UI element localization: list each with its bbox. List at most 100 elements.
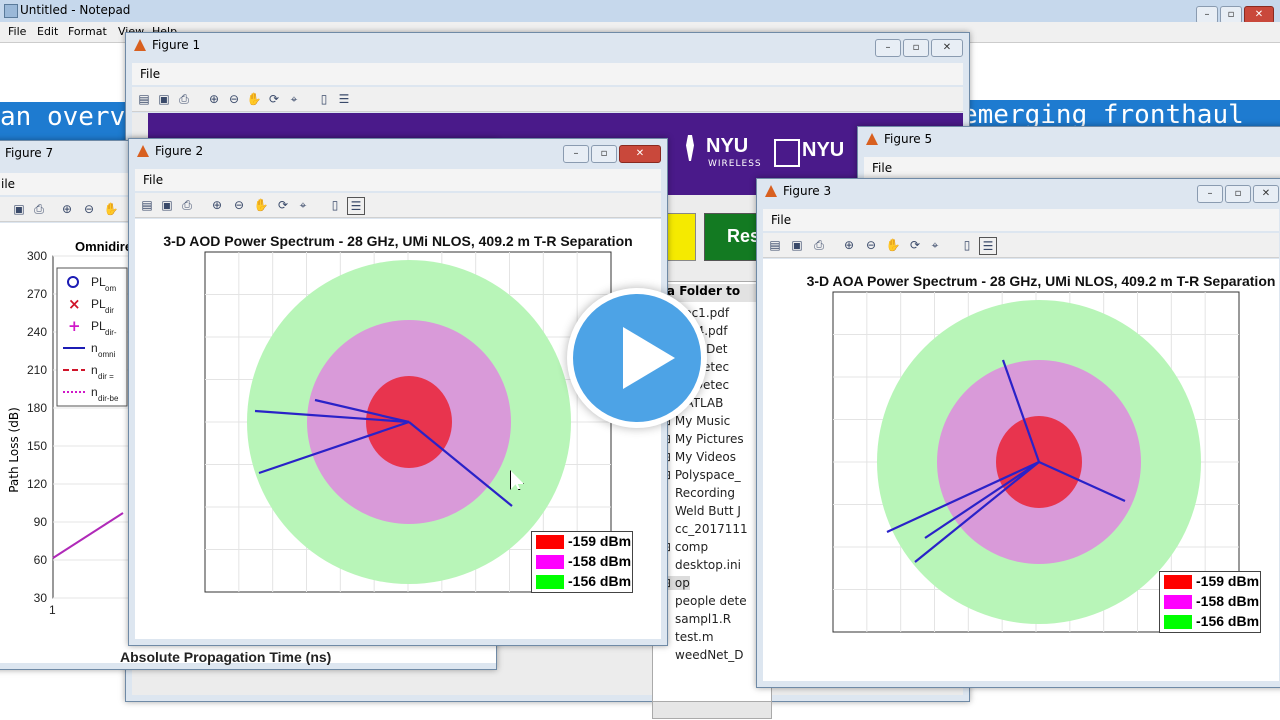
- figure-2-plot-area: 3-D AOD Power Spectrum - 28 GHz, UMi NLO…: [135, 219, 661, 639]
- colorbar-icon[interactable]: ▯: [316, 91, 332, 107]
- data-cursor-icon[interactable]: ⌖: [286, 91, 302, 107]
- legend-label: -156 dBm: [568, 573, 632, 589]
- zoom-out-icon[interactable]: ⊖: [226, 91, 242, 107]
- notepad-menu-edit[interactable]: Edit: [37, 25, 58, 38]
- figure-3-titlebar[interactable]: Figure 3 – ▫ ✕: [757, 179, 1280, 205]
- nyu-tandon-logo: NYU: [802, 139, 845, 161]
- zoom-out-icon[interactable]: ⊖: [231, 197, 247, 213]
- folder-tree-item[interactable]: weedNet_D: [675, 648, 744, 662]
- figure-2-legend: -159 dBm -158 dBm -156 dBm: [531, 531, 633, 593]
- folder-tree-item[interactable]: sampl1.R: [675, 612, 731, 626]
- save-icon[interactable]: ▣: [11, 201, 27, 217]
- figure-5-titlebar[interactable]: Figure 5: [858, 127, 1280, 153]
- legend-entry: -158 dBm: [532, 552, 632, 572]
- pan-icon[interactable]: ✋: [253, 197, 269, 213]
- folder-tree-item[interactable]: desktop.ini: [675, 558, 741, 572]
- zoom-out-icon[interactable]: ⊖: [863, 237, 879, 253]
- folder-tree-item[interactable]: people dete: [675, 594, 747, 608]
- rotate-icon[interactable]: ⟳: [907, 237, 923, 253]
- folder-tree-item[interactable]: test.m: [675, 630, 714, 644]
- print-icon[interactable]: ⎙: [31, 201, 47, 217]
- legend-marker: ×: [68, 295, 81, 313]
- pan-icon[interactable]: ✋: [246, 91, 262, 107]
- figure-3-maximize-button[interactable]: ▫: [1225, 185, 1251, 203]
- figure-3-minimize-button[interactable]: –: [1197, 185, 1223, 203]
- figure-2-minimize-button[interactable]: –: [563, 145, 589, 163]
- save-icon[interactable]: ▣: [156, 91, 172, 107]
- notepad-menu-format[interactable]: Format: [68, 25, 107, 38]
- zoom-in-icon[interactable]: ⊕: [209, 197, 225, 213]
- figure-7-menu-file[interactable]: ile: [1, 177, 15, 191]
- figure-1-menubar: File: [132, 63, 963, 85]
- folder-tree-item[interactable]: ⊞ My Pictures: [661, 432, 744, 446]
- legend-icon[interactable]: ☰: [336, 91, 352, 107]
- legend-entry: -156 dBm: [532, 572, 632, 592]
- rotate-icon[interactable]: ⟳: [266, 91, 282, 107]
- notepad-window-buttons: – ▫ ✕: [1194, 2, 1274, 24]
- figure-1-maximize-button[interactable]: ▫: [903, 39, 929, 57]
- legend-label: n: [91, 341, 98, 355]
- legend-label-sub: om: [105, 284, 116, 293]
- legend-label-sub: omni: [98, 350, 116, 359]
- notepad-menu-file[interactable]: File: [8, 25, 26, 38]
- video-play-button[interactable]: [567, 288, 707, 428]
- folder-tree-item[interactable]: ⊞ My Videos: [661, 450, 736, 464]
- legend-label: -158 dBm: [568, 553, 632, 569]
- folder-tree-item[interactable]: ⊞ comp: [661, 540, 708, 554]
- data-cursor-icon[interactable]: ⌖: [927, 237, 943, 253]
- matlab-icon: [866, 133, 878, 145]
- legend-swatch: [536, 535, 564, 549]
- zoom-in-icon[interactable]: ⊕: [206, 91, 222, 107]
- data-cursor-icon[interactable]: ⌖: [295, 197, 311, 213]
- print-icon[interactable]: ⎙: [179, 197, 195, 213]
- rotate-icon[interactable]: ⟳: [275, 197, 291, 213]
- figure-7-ylabel: Path Loss (dB): [6, 407, 21, 493]
- print-icon[interactable]: ⎙: [176, 91, 192, 107]
- open-icon[interactable]: ▤: [767, 237, 783, 253]
- save-icon[interactable]: ▣: [789, 237, 805, 253]
- figure-2-close-button[interactable]: ✕: [619, 145, 661, 163]
- figure-2-menu-file[interactable]: File: [143, 173, 163, 187]
- folder-tree-item[interactable]: Weld Butt J: [675, 504, 741, 518]
- print-icon[interactable]: ⎙: [811, 237, 827, 253]
- nyu-tandon-torch-icon: [774, 139, 800, 167]
- pan-icon[interactable]: ✋: [885, 237, 901, 253]
- pan-icon[interactable]: ✋: [103, 201, 119, 217]
- figure-3-window[interactable]: Figure 3 – ▫ ✕ File ▤ ▣ ⎙ ⊕ ⊖ ✋ ⟳ ⌖ ▯ ☰ 3-…: [756, 178, 1280, 688]
- matlab-icon: [765, 185, 777, 197]
- figure-3-close-button[interactable]: ✕: [1253, 185, 1279, 203]
- y-tick-label: 300: [27, 249, 47, 263]
- notepad-highlighted-text-left[interactable]: an overv: [0, 102, 128, 132]
- open-icon[interactable]: ▤: [136, 91, 152, 107]
- folder-tree-item[interactable]: Recording: [675, 486, 735, 500]
- figure-3-menu-file[interactable]: File: [771, 213, 791, 227]
- legend-swatch: [1164, 595, 1192, 609]
- zoom-in-icon[interactable]: ⊕: [841, 237, 857, 253]
- nyu-torch-icon: [686, 135, 694, 161]
- legend-entry: -158 dBm: [1160, 592, 1260, 612]
- colorbar-icon[interactable]: ▯: [959, 237, 975, 253]
- folder-tree-scrollbar[interactable]: [652, 701, 772, 719]
- figure-2-maximize-button[interactable]: ▫: [591, 145, 617, 163]
- figure-2-titlebar[interactable]: Figure 2 – ▫ ✕: [129, 139, 667, 165]
- figure-2-toolbar: ▤ ▣ ⎙ ⊕ ⊖ ✋ ⟳ ⌖ ▯ ☰: [135, 193, 661, 218]
- figure-1-menu-file[interactable]: File: [140, 67, 160, 81]
- save-icon[interactable]: ▣: [159, 197, 175, 213]
- legend-icon[interactable]: ☰: [347, 197, 365, 215]
- figure-2-menubar: File: [135, 169, 661, 191]
- zoom-out-icon[interactable]: ⊖: [81, 201, 97, 217]
- open-icon[interactable]: ▤: [139, 197, 155, 213]
- figure-5-menu-file[interactable]: File: [872, 161, 892, 175]
- figure-1-minimize-button[interactable]: –: [875, 39, 901, 57]
- legend-swatch: [536, 555, 564, 569]
- colorbar-icon[interactable]: ▯: [327, 197, 343, 213]
- folder-tree-item[interactable]: cc_2017111: [675, 522, 748, 536]
- figure-3-window-buttons: – ▫ ✕: [1195, 181, 1279, 203]
- legend-marker: +: [68, 317, 81, 335]
- legend-icon[interactable]: ☰: [979, 237, 997, 255]
- figure-1-titlebar[interactable]: Figure 1 – ▫ ✕: [126, 33, 969, 59]
- folder-tree-item[interactable]: ⊞ Polyspace_: [661, 468, 741, 482]
- zoom-in-icon[interactable]: ⊕: [59, 201, 75, 217]
- legend-label: PL: [91, 319, 106, 333]
- figure-1-close-button[interactable]: ✕: [931, 39, 963, 57]
